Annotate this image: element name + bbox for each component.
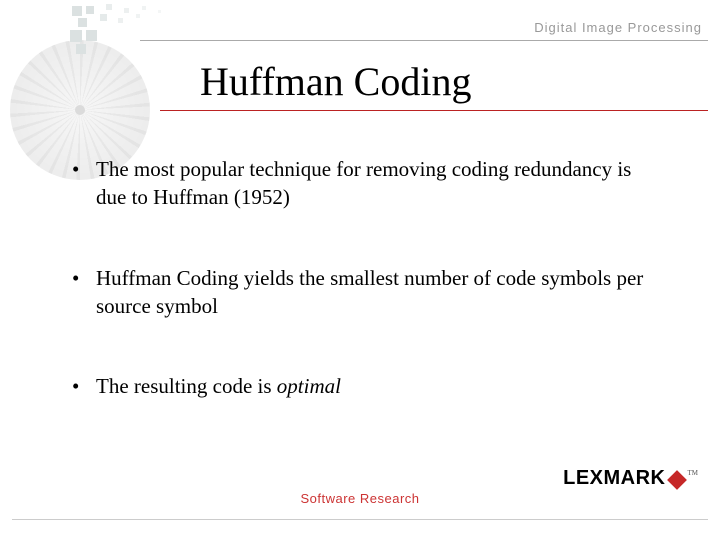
body-content: The most popular technique for removing … (72, 155, 660, 453)
slide: Digital Image Processing Huffman Coding … (0, 0, 720, 540)
lexmark-logo: LEXMARK TM (563, 467, 698, 490)
logo-trademark: TM (688, 469, 699, 477)
bullet-item: The most popular technique for removing … (72, 155, 660, 212)
bullet-text: The resulting code is optimal (96, 374, 341, 398)
footer-label: Software Research (300, 491, 419, 506)
background-decoration (0, 0, 180, 180)
bullet-item: Huffman Coding yields the smallest numbe… (72, 264, 660, 321)
bullet-text: The most popular technique for removing … (96, 157, 631, 209)
bullet-list: The most popular technique for removing … (72, 155, 660, 401)
footer: Software Research LEXMARK TM (0, 480, 720, 516)
bullet-item: The resulting code is optimal (72, 372, 660, 400)
title-underline (160, 110, 708, 111)
pixel-scatter-graphic (70, 4, 190, 54)
header-label: Digital Image Processing (534, 20, 702, 35)
slide-title: Huffman Coding (200, 58, 471, 105)
diamond-icon (667, 470, 687, 490)
logo-text: LEXMARK (563, 467, 665, 490)
footer-divider (12, 519, 708, 520)
header-divider (140, 40, 708, 41)
bullet-text: Huffman Coding yields the smallest numbe… (96, 266, 643, 318)
